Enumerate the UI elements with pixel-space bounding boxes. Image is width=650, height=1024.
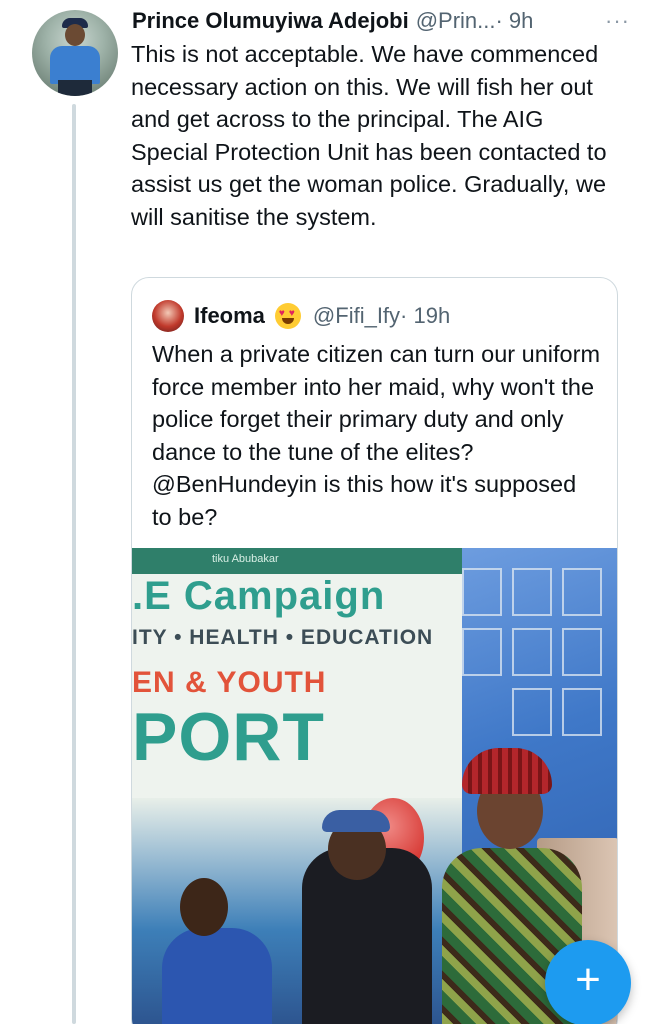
- quoted-tweet-photo[interactable]: tiku Abubakar .E Campaign ITY • HEALTH •…: [132, 548, 617, 1024]
- tweet-header: Prince Olumuyiwa Adejobi @Prin... · 9h ·…: [132, 6, 636, 36]
- banner-line-2: ITY • HEALTH • EDUCATION: [132, 626, 434, 649]
- avatar-uniform: [50, 46, 100, 84]
- more-options-icon[interactable]: ···: [605, 8, 630, 34]
- author-handle[interactable]: @Prin...: [416, 8, 496, 34]
- tweet-text: This is not acceptable. We have commence…: [131, 41, 607, 230]
- quoted-tweet[interactable]: Ifeoma ♥ ♥ @Fifi_Ify · 19h When a private…: [131, 277, 618, 1024]
- man-head: [180, 878, 228, 936]
- banner-line-4: PORT: [132, 699, 325, 775]
- heart-eyes-emoji-icon: ♥ ♥: [274, 303, 301, 329]
- banner-line-3: EN & YOUTH: [132, 666, 327, 699]
- tweet-time[interactable]: · 9h: [495, 8, 533, 34]
- compose-button[interactable]: +: [545, 940, 631, 1024]
- quoted-author-avatar[interactable]: [152, 300, 184, 332]
- officer-beret: [322, 810, 390, 832]
- quoted-tweet-time[interactable]: · 19h: [400, 303, 450, 329]
- avatar-pants: [58, 80, 92, 96]
- quoted-tweet-header: Ifeoma ♥ ♥ @Fifi_Ify · 19h: [194, 298, 450, 334]
- campaign-banner: tiku Abubakar .E Campaign ITY • HEALTH •…: [132, 548, 462, 798]
- author-name[interactable]: Prince Olumuyiwa Adejobi: [132, 8, 409, 34]
- man-in-blue-shirt: [162, 928, 272, 1024]
- banner-line-1: .E Campaign: [132, 574, 386, 618]
- avatar-head: [65, 24, 85, 46]
- compose-plus-icon: +: [575, 955, 601, 1004]
- quoted-tweet-text: When a private citizen can turn our unif…: [152, 341, 601, 530]
- thread-line: [72, 104, 76, 1024]
- author-avatar[interactable]: [32, 10, 118, 96]
- quoted-author-name[interactable]: Ifeoma: [194, 303, 265, 329]
- quoted-author-handle[interactable]: @Fifi_Ify: [313, 303, 400, 329]
- banner-top-text: tiku Abubakar: [212, 553, 279, 565]
